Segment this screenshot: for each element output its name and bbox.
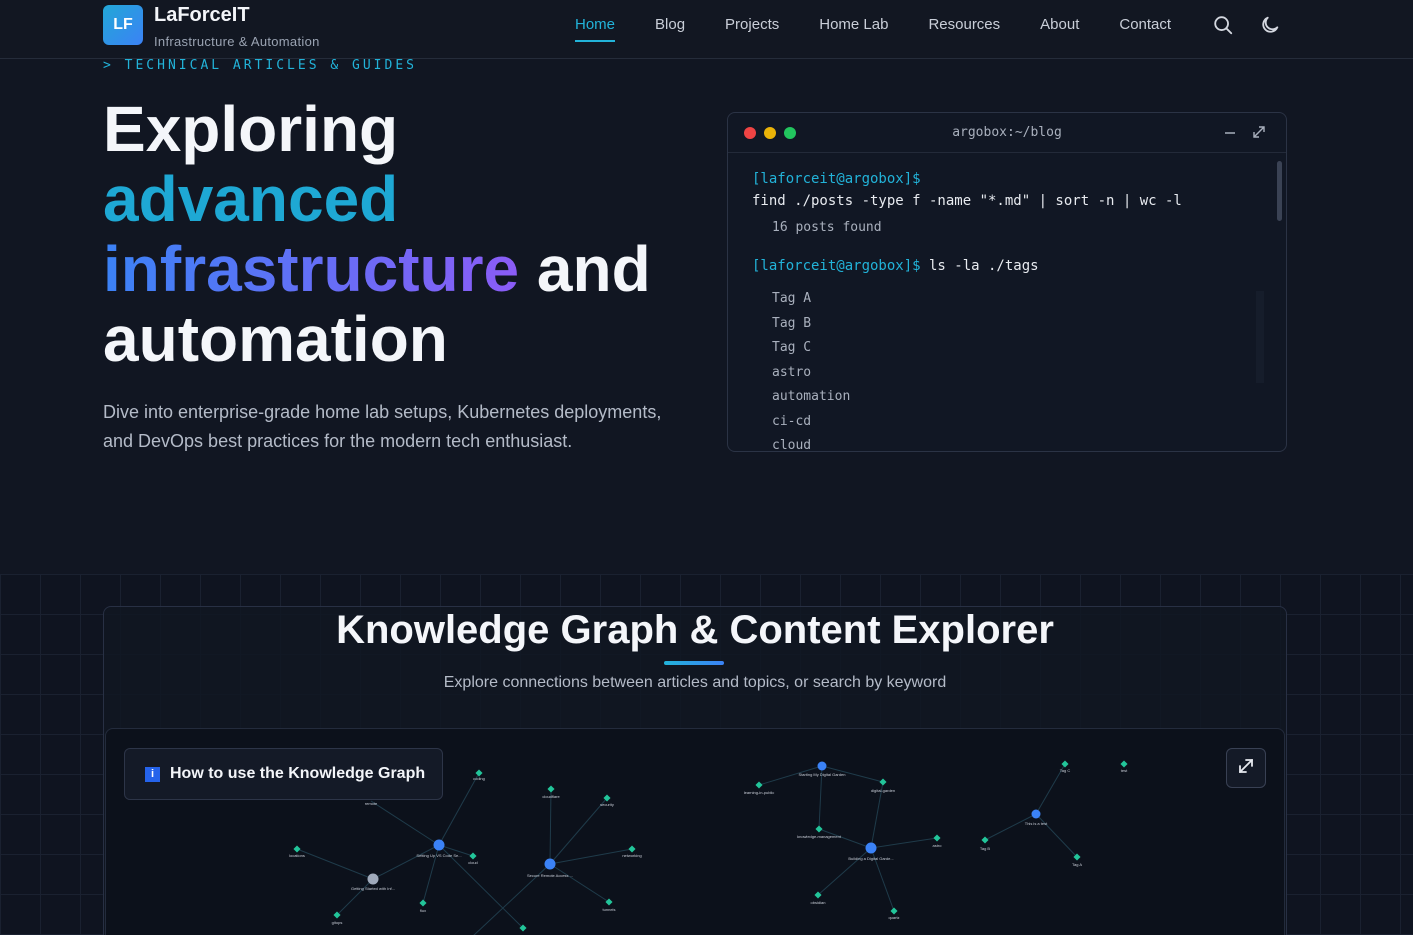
graph-node-label: Building a Digital Garde... <box>848 856 893 861</box>
terminal-scrollbar[interactable] <box>1277 161 1282 221</box>
graph-node-label: networking <box>622 853 641 858</box>
search-icon[interactable] <box>1212 14 1234 36</box>
graph-node-tag[interactable] <box>1061 760 1069 768</box>
graph-node-label: cloud <box>468 860 478 865</box>
site-header: LF LaForceIT Infrastructure & Automation… <box>0 0 1413 59</box>
graph-node-label: obsidian <box>811 900 826 905</box>
graph-node-label: Starting My Digital Garden <box>799 772 846 777</box>
graph-node-label: tunnels <box>603 907 616 912</box>
graph-node-article[interactable] <box>1031 809 1041 819</box>
graph-fullscreen-button[interactable] <box>1226 748 1266 788</box>
graph-node-label: quartz <box>888 915 899 920</box>
graph-node-tag[interactable] <box>890 907 898 915</box>
graph-node-label: digital-garden <box>871 788 895 793</box>
graph-node-tag[interactable] <box>419 899 427 907</box>
graph-node-label: Getting Started with Inf... <box>351 886 395 891</box>
expand-icon <box>1236 756 1256 781</box>
terminal-command: find ./posts -type f -name "*.md" | sort… <box>752 193 1182 209</box>
graph-node-tag[interactable] <box>755 781 763 789</box>
hero-eyebrow: > TECHNICAL ARTICLES & GUIDES <box>103 58 417 73</box>
terminal-output: 16 posts found <box>772 220 882 235</box>
moon-icon[interactable] <box>1259 14 1281 36</box>
terminal-titlebar: argobox:~/blog <box>728 113 1286 153</box>
hero-title: Exploring advanced infrastructure and au… <box>103 94 703 374</box>
graph-node-label: astro <box>933 843 943 848</box>
nav-item-home[interactable]: Home <box>575 16 616 42</box>
hero-description: Dive into enterprise-grade home lab setu… <box>103 402 662 451</box>
nav-item-about[interactable]: About <box>1040 16 1079 33</box>
terminal-prompt: [laforceit@argobox]$ <box>752 171 921 187</box>
graph-node-label: test <box>1121 768 1128 773</box>
terminal-tag: ci-cd <box>772 413 812 429</box>
graph-node-label: remote <box>365 801 378 806</box>
brand-name[interactable]: LaForceIT <box>154 4 250 27</box>
nav-item-home-lab[interactable]: Home Lab <box>819 16 888 33</box>
hero-title-line3-rest: and <box>519 233 651 305</box>
main-nav: Home Blog Projects Home Lab Resources Ab… <box>575 16 1211 42</box>
terminal-tag-list: Tag A Tag B Tag C astro automation ci-cd… <box>772 287 1262 452</box>
info-icon: i <box>145 766 160 782</box>
graph-node-tag[interactable] <box>1120 760 1128 768</box>
terminal-body: [laforceit@argobox]$ find ./posts -type … <box>752 171 1262 452</box>
terminal-line: [laforceit@argobox]$ ls -la ./tags <box>752 255 1262 274</box>
graph-node-label: flux <box>420 908 426 913</box>
terminal-command: ls -la ./tags <box>920 258 1039 274</box>
terminal-tag: Tag A <box>772 291 812 306</box>
terminal-window: argobox:~/blog [laforceit@argobox]$ find… <box>727 112 1287 452</box>
minimize-icon[interactable] <box>1224 126 1236 144</box>
graph-node-label: security <box>600 802 614 807</box>
hero-title-line2: advanced <box>103 163 399 235</box>
hero-title-line1: Exploring <box>103 93 399 165</box>
graph-help-button[interactable]: i How to use the Knowledge Graph <box>124 748 443 800</box>
graph-node-label: locations <box>289 853 305 858</box>
graph-node-article[interactable] <box>544 858 556 870</box>
terminal-prompt: [laforceit@argobox]$ <box>752 258 921 274</box>
graph-node-tag[interactable] <box>547 785 555 793</box>
nav-item-resources[interactable]: Resources <box>928 16 1000 33</box>
graph-node-label: Tag B <box>980 846 991 851</box>
graph-node-tag[interactable] <box>605 898 613 906</box>
graph-node-tag[interactable] <box>469 852 477 860</box>
terminal-tag: cloud <box>772 438 812 452</box>
graph-node-article[interactable] <box>865 842 877 854</box>
nav-item-contact[interactable]: Contact <box>1119 16 1171 33</box>
graph-node-tag[interactable] <box>293 845 301 853</box>
terminal-tag: Tag B <box>772 315 812 331</box>
graph-node-label: This is a test <box>1025 821 1048 826</box>
graph-node-label: Secure Remote Access ... <box>527 873 573 878</box>
knowledge-subtitle: Explore connections between articles and… <box>443 674 947 691</box>
graph-node-label: Tag A <box>1072 862 1082 867</box>
terminal-scroll-track <box>1256 291 1264 383</box>
graph-node-label: learning-in-public <box>744 790 774 795</box>
graph-node-article[interactable] <box>817 761 827 771</box>
graph-node-label: cloudflare <box>542 794 560 799</box>
graph-help-label: How to use the Knowledge Graph <box>170 765 426 782</box>
brand-tagline: Infrastructure & Automation <box>154 34 320 49</box>
knowledge-title: Knowledge Graph & Content Explorer <box>336 608 1054 652</box>
terminal-tag: automation <box>772 389 851 404</box>
terminal-tag: astro <box>772 364 812 380</box>
expand-icon[interactable] <box>1252 125 1266 144</box>
graph-node-tag[interactable] <box>981 836 989 844</box>
graph-node-label: coding <box>473 776 485 781</box>
graph-node-label: knowledge-management <box>797 834 842 839</box>
nav-item-projects[interactable]: Projects <box>725 16 779 33</box>
logo-badge[interactable]: LF <box>103 5 143 45</box>
graph-node-label: gitops <box>332 920 343 925</box>
terminal-title: argobox:~/blog <box>952 125 1062 140</box>
graph-node-label: Tag C <box>1060 768 1071 773</box>
graph-node-label: Setting Up VS Code Se... <box>416 853 461 858</box>
terminal-tag: Tag C <box>772 340 812 355</box>
graph-node-tag[interactable] <box>815 825 823 833</box>
graph-node-article[interactable] <box>367 873 379 885</box>
graph-node-tag[interactable] <box>628 845 636 853</box>
graph-node-tag[interactable] <box>933 834 941 842</box>
nav-item-blog[interactable]: Blog <box>655 16 685 33</box>
graph-node-article[interactable] <box>433 839 445 851</box>
hero-title-line4: automation <box>103 303 448 375</box>
hero-title-line3-accent: infrastructure <box>103 233 520 305</box>
title-underline <box>664 661 724 665</box>
graph-node-tag[interactable] <box>879 778 887 786</box>
